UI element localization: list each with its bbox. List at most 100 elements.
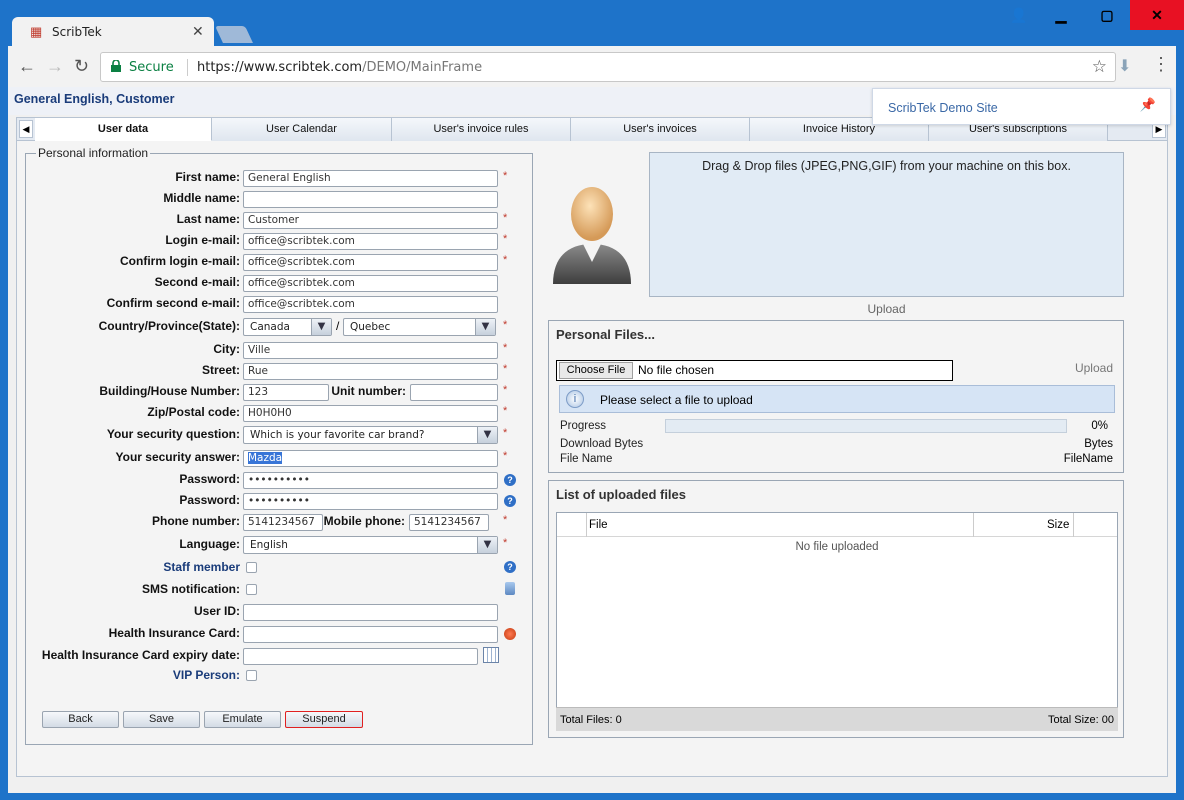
progress-bar [665, 419, 1067, 433]
building-input[interactable]: 123 [243, 384, 329, 401]
mobile-phone-input[interactable]: 5141234567 [409, 514, 489, 531]
password-input[interactable]: •••••••••• [243, 472, 498, 489]
second-email-input[interactable]: office@scribtek.com [243, 275, 498, 292]
info-icon: i [566, 390, 584, 408]
column-file[interactable]: File [589, 519, 608, 531]
chevron-down-icon[interactable]: ▼ [477, 427, 497, 443]
required-marker: * [503, 537, 508, 549]
back-button[interactable]: Back [42, 711, 119, 728]
browser-tab-title: ScribTek [52, 25, 102, 39]
new-tab-button[interactable] [215, 26, 253, 43]
tab-scroll-left-icon[interactable]: ◀ [19, 120, 33, 138]
close-window-button[interactable]: ✕ [1130, 0, 1184, 30]
browser-toolbar: ← → ↻ Secure https://www.scribtek.com/DE… [8, 46, 1176, 87]
download-extension-icon[interactable]: ⬇ [1118, 56, 1131, 76]
health-expiry-input[interactable] [243, 648, 478, 665]
column-size[interactable]: Size [1047, 519, 1069, 531]
help-icon[interactable]: ? [504, 561, 516, 573]
vip-person-checkbox[interactable] [246, 670, 257, 681]
confirm-second-email-input[interactable]: office@scribtek.com [243, 296, 498, 313]
personal-information-fieldset: Personal information First name: General… [25, 146, 533, 745]
minimize-button[interactable]: ▁ [1038, 0, 1084, 30]
language-value: English [250, 539, 288, 551]
middle-name-input[interactable] [243, 191, 498, 208]
demo-site-popup[interactable]: ScribTek Demo Site 📌 [872, 88, 1171, 125]
security-question-select[interactable]: Which is your favorite car brand? ▼ [243, 426, 498, 444]
unit-number-input[interactable] [410, 384, 498, 401]
required-marker: * [503, 342, 508, 354]
file-input[interactable]: Choose File No file chosen [556, 360, 953, 381]
confirm-login-email-input[interactable]: office@scribtek.com [243, 254, 498, 271]
street-label: Street: [201, 363, 240, 377]
province-value: Quebec [350, 321, 391, 333]
drop-zone[interactable]: Drag & Drop files (JPEG,PNG,GIF) from yo… [649, 152, 1124, 297]
chevron-down-icon[interactable]: ▼ [311, 319, 331, 335]
security-answer-label: Your security answer: [115, 450, 241, 464]
url-text: https://www.scribtek.com/DEMO/MainFrame [197, 60, 482, 75]
user-profile-icon[interactable]: 👤 [1006, 0, 1032, 30]
upload-caption: Upload [867, 302, 906, 316]
info-text: Please select a file to upload [600, 393, 753, 407]
required-marker: * [503, 405, 508, 417]
password-confirm-label: Password: [179, 493, 240, 507]
total-files: Total Files: 0 [560, 714, 622, 726]
country-label: Country/Province(State): [98, 319, 240, 333]
last-name-label: Last name: [176, 212, 240, 226]
suspend-button[interactable]: Suspend [285, 711, 363, 728]
maximize-button[interactable]: ▢ [1084, 0, 1130, 30]
security-question-value: Which is your favorite car brand? [250, 429, 425, 441]
list-footer: Total Files: 0 Total Size: 00 [556, 707, 1118, 731]
help-icon[interactable]: ? [504, 495, 516, 507]
zip-input[interactable]: H0H0H0 [243, 405, 498, 422]
close-tab-icon[interactable]: ✕ [192, 23, 204, 40]
back-arrow-icon[interactable]: ← [18, 56, 36, 76]
login-email-input[interactable]: office@scribtek.com [243, 233, 498, 250]
first-name-input[interactable]: General English [243, 170, 498, 187]
country-select[interactable]: Canada ▼ [243, 318, 332, 336]
staff-member-checkbox[interactable] [246, 562, 257, 573]
security-answer-input[interactable]: Mazda [243, 450, 498, 467]
chevron-down-icon[interactable]: ▼ [475, 319, 495, 335]
user-frame: ◀ User data User Calendar User's invoice… [16, 117, 1168, 777]
browser-tab[interactable]: ▦ ScribTek ✕ [12, 17, 214, 47]
calendar-icon[interactable] [483, 647, 499, 663]
health-card-input[interactable] [243, 626, 498, 643]
pin-icon[interactable]: 📌 [1140, 97, 1156, 113]
help-icon[interactable]: ? [504, 474, 516, 486]
url-path: /DEMO/MainFrame [362, 60, 483, 75]
save-button[interactable]: Save [123, 711, 200, 728]
phone-input[interactable]: 5141234567 [243, 514, 323, 531]
scribtek-favicon-icon: ▦ [30, 24, 43, 39]
upload-link[interactable]: Upload [1075, 361, 1113, 375]
province-select[interactable]: Quebec ▼ [343, 318, 496, 336]
required-marker: * [503, 212, 508, 224]
emulate-button[interactable]: Emulate [204, 711, 281, 728]
street-input[interactable]: Rue [243, 363, 498, 380]
password-label: Password: [179, 472, 240, 486]
browser-menu-icon[interactable]: ⋮ [1152, 54, 1170, 75]
warning-dot-icon [504, 628, 516, 640]
last-name-input[interactable]: Customer [243, 212, 498, 229]
file-name-label: File Name [560, 453, 613, 465]
country-value: Canada [250, 321, 290, 333]
file-name-value: FileName [1063, 453, 1113, 465]
city-input[interactable]: Ville [243, 342, 498, 359]
required-marker: * [503, 233, 508, 245]
address-bar[interactable]: Secure https://www.scribtek.com/DEMO/Mai… [100, 52, 1116, 82]
user-avatar [553, 187, 631, 284]
sms-notification-checkbox[interactable] [246, 584, 257, 595]
tab-user-data[interactable]: User data [35, 118, 212, 141]
choose-file-button[interactable]: Choose File [559, 362, 633, 379]
password-confirm-input[interactable]: •••••••••• [243, 493, 498, 510]
tab-user-calendar[interactable]: User Calendar [212, 118, 392, 141]
empty-list-text: No file uploaded [795, 541, 879, 553]
bookmark-star-icon[interactable]: ☆ [1092, 57, 1107, 77]
forward-arrow-icon[interactable]: → [46, 56, 64, 76]
user-id-input[interactable] [243, 604, 498, 621]
reload-icon[interactable]: ↻ [74, 56, 89, 76]
tab-users-invoices[interactable]: User's invoices [571, 118, 750, 141]
url-host: https://www.scribtek.com [197, 60, 363, 75]
language-select[interactable]: English ▼ [243, 536, 498, 554]
tab-invoice-rules[interactable]: User's invoice rules [392, 118, 571, 141]
chevron-down-icon[interactable]: ▼ [477, 537, 497, 553]
